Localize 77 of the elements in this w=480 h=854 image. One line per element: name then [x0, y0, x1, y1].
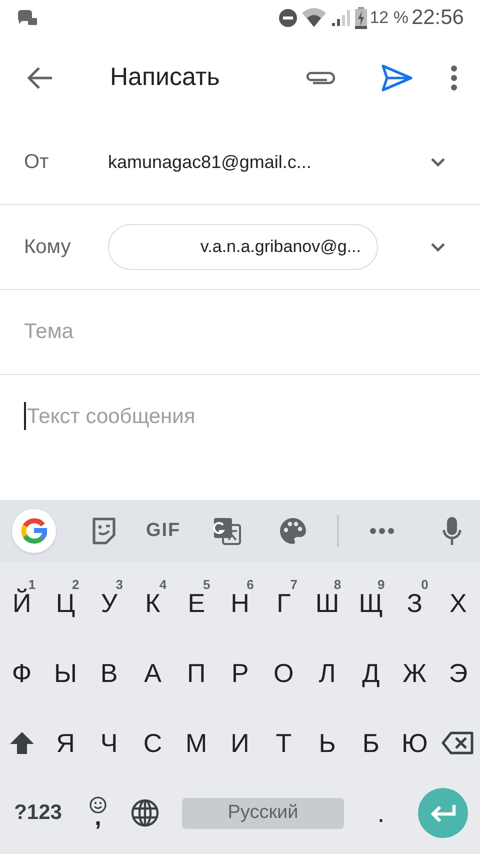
keyboard-key[interactable]: Ы — [44, 638, 88, 708]
keyboard-key[interactable]: О — [262, 638, 306, 708]
keyboard-key[interactable]: Ч — [87, 708, 131, 778]
keyboard-key[interactable]: У 3 — [87, 568, 131, 638]
do-not-disturb-icon — [278, 8, 298, 28]
key-hint: 1 — [28, 576, 36, 592]
keyboard-key[interactable]: Щ 9 — [349, 568, 393, 638]
field-label: От — [24, 150, 50, 175]
subject-field[interactable]: Тема — [24, 316, 450, 348]
shift-icon — [8, 731, 35, 755]
notification-icon — [16, 9, 38, 27]
globe-icon — [130, 798, 160, 828]
battery-percent: 12 % — [370, 7, 408, 30]
field-label: Кому — [24, 235, 72, 260]
key-hint: 8 — [334, 576, 342, 594]
space-bar[interactable]: Русский — [182, 798, 344, 828]
key-hint: 5 — [202, 576, 210, 594]
keyboard-key[interactable]: Т — [262, 708, 306, 778]
keyboard-key[interactable]: Р — [218, 638, 262, 708]
period-key[interactable]: . — [356, 778, 406, 848]
keyboard-key[interactable]: Г 7 — [262, 568, 306, 638]
keyboard-key[interactable]: Ш 8 — [305, 568, 350, 638]
wifi-icon — [300, 8, 327, 28]
keyboard-key[interactable]: Л — [305, 638, 350, 708]
keyboard-key[interactable]: Е 5 — [174, 568, 218, 638]
more-options-icon[interactable] — [450, 65, 458, 91]
key-hint: 4 — [159, 576, 167, 594]
keyboard-key[interactable]: Ю — [392, 708, 436, 778]
keyboard-key[interactable]: И — [218, 708, 262, 778]
key-hint: 2 — [72, 576, 80, 594]
keyboard-key[interactable]: А — [130, 638, 175, 708]
battery-icon — [354, 7, 367, 29]
comma-label: , — [94, 806, 102, 830]
message-body-field[interactable]: Текст сообщения — [27, 401, 480, 441]
keyboard-key[interactable]: Д — [349, 638, 393, 708]
google-logo-icon — [21, 518, 47, 544]
more-icon[interactable] — [368, 527, 395, 535]
keyboard-key[interactable]: М — [174, 708, 218, 778]
symbols-key[interactable]: ?123 — [0, 778, 76, 848]
keyboard-key[interactable]: З 0 — [392, 568, 436, 638]
text-cursor — [24, 402, 26, 430]
keyboard-key[interactable]: К 4 — [130, 568, 175, 638]
backspace-icon — [441, 731, 476, 755]
clock: 22:56 — [411, 5, 464, 32]
sticker-icon[interactable] — [91, 517, 117, 545]
key-hint: 9 — [378, 576, 385, 594]
keyboard-key[interactable]: Ь — [305, 708, 350, 778]
gif-button[interactable]: GIF — [146, 516, 181, 546]
recipient-chip[interactable]: v.a.n.a.gribanov@g... — [108, 224, 378, 270]
keyboard-key[interactable]: Ц 2 — [44, 568, 88, 638]
key-hint: 7 — [290, 576, 298, 594]
keyboard-key[interactable]: Х — [436, 568, 480, 638]
keyboard-key[interactable]: В — [87, 638, 131, 708]
keyboard-key[interactable]: Б — [349, 708, 393, 778]
keyboard-key[interactable]: Я — [44, 708, 88, 778]
palette-icon[interactable] — [278, 517, 307, 545]
screen-title: Написать — [110, 62, 221, 94]
sender-address[interactable]: kamunagac81@gmail.c... — [108, 148, 426, 176]
send-icon[interactable] — [381, 64, 413, 92]
microphone-icon[interactable] — [442, 516, 462, 546]
translate-icon[interactable] — [212, 517, 241, 545]
google-button[interactable] — [12, 509, 56, 553]
keyboard-key[interactable]: П — [174, 638, 218, 708]
keyboard-key[interactable]: Й 1 — [0, 568, 44, 638]
keyboard-key[interactable]: Н 6 — [218, 568, 262, 638]
smiley-icon — [89, 796, 107, 814]
emoji-key[interactable]: , — [76, 778, 120, 848]
signal-icon — [330, 8, 352, 28]
keyboard-key[interactable]: Ж — [392, 638, 436, 708]
keyboard-key[interactable]: Ф — [0, 638, 44, 708]
return-icon — [429, 803, 457, 823]
key-hint: 0 — [421, 576, 428, 594]
keyboard-key[interactable]: С — [130, 708, 175, 778]
back-arrow-icon[interactable] — [26, 66, 54, 90]
keyboard-key[interactable]: Э — [436, 638, 480, 708]
key-hint: 3 — [116, 576, 123, 594]
key-hint: 6 — [246, 576, 254, 594]
